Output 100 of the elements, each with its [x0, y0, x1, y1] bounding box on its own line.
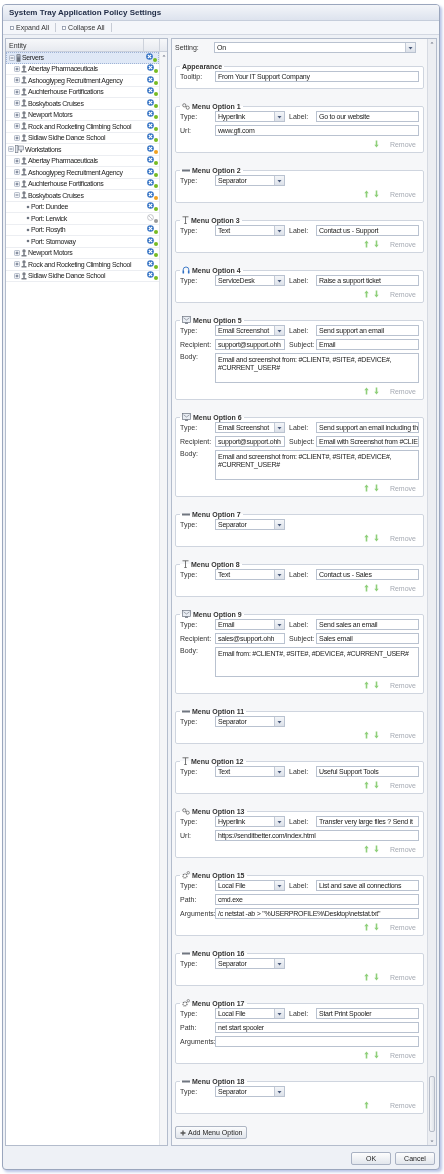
expand-toggle[interactable] [14, 65, 20, 72]
person-icon [21, 87, 27, 96]
expand-toggle[interactable] [14, 180, 20, 187]
person-icon [21, 99, 27, 108]
caret-icon[interactable] [277, 522, 282, 527]
up-arrow-icon[interactable] [363, 290, 369, 298]
letter-t-icon [182, 560, 189, 568]
expand-toggle[interactable] [14, 261, 20, 268]
up-arrow-icon[interactable] [363, 584, 369, 592]
down-arrow-icon[interactable] [373, 290, 379, 298]
person-icon [21, 179, 27, 188]
screen-icon [182, 610, 191, 618]
letter-t-icon [182, 757, 189, 765]
up-arrow-icon[interactable] [363, 1101, 369, 1109]
letter-t-icon [182, 216, 189, 224]
plus-icon [180, 1129, 186, 1136]
scroll-down-icon[interactable] [430, 1140, 434, 1143]
down-arrow-icon[interactable] [373, 781, 379, 789]
gear-icon [182, 871, 190, 879]
person-icon [21, 110, 27, 119]
down-arrow-icon[interactable] [373, 731, 379, 739]
person-icon [21, 248, 27, 257]
bar-icon [182, 709, 190, 713]
caret-icon[interactable] [277, 114, 282, 119]
caret-icon[interactable] [277, 622, 282, 627]
text-field[interactable] [215, 1036, 419, 1047]
expand-toggle[interactable] [14, 272, 20, 279]
up-arrow-icon[interactable] [363, 845, 369, 853]
computer-icon [15, 145, 24, 154]
up-arrow-icon[interactable] [363, 681, 369, 689]
person-icon [21, 260, 27, 269]
server-icon [16, 53, 21, 62]
up-arrow-icon[interactable] [363, 781, 369, 789]
caret-icon[interactable] [277, 883, 282, 888]
caret-icon[interactable] [277, 178, 282, 183]
bar-icon [182, 951, 190, 955]
dialog-title: System Tray Application Policy Settings [3, 5, 439, 21]
up-arrow-icon[interactable] [363, 484, 369, 492]
chain-icon [182, 807, 190, 815]
expand-toggle[interactable] [14, 88, 20, 95]
scroll-up-icon[interactable] [430, 41, 434, 44]
down-arrow-icon[interactable] [373, 973, 379, 981]
expand-toggle[interactable] [14, 157, 20, 164]
caret-icon[interactable] [277, 769, 282, 774]
down-arrow-icon[interactable] [373, 1051, 379, 1059]
up-arrow-icon[interactable] [363, 387, 369, 395]
person-icon [21, 76, 27, 85]
collapse-toggle[interactable] [14, 192, 20, 199]
caret-icon[interactable] [277, 1011, 282, 1016]
caret-icon[interactable] [277, 328, 282, 333]
caret-icon[interactable] [277, 572, 282, 577]
down-arrow-icon[interactable] [373, 845, 379, 853]
caret-icon[interactable] [277, 1089, 282, 1094]
expand-toggle[interactable] [14, 77, 20, 84]
collapse-toggle[interactable] [8, 146, 14, 153]
up-arrow-icon[interactable] [363, 731, 369, 739]
down-arrow-icon[interactable] [373, 923, 379, 931]
caret-icon[interactable] [277, 425, 282, 430]
expand-toggle[interactable] [14, 249, 20, 256]
expand-toggle[interactable] [14, 111, 20, 118]
person-icon [21, 156, 27, 165]
caret-icon[interactable] [277, 819, 282, 824]
gear-icon [182, 999, 190, 1007]
bar-icon [182, 1079, 190, 1083]
caret-icon[interactable] [277, 719, 282, 724]
expand-toggle[interactable] [14, 123, 20, 130]
person-icon [21, 133, 27, 142]
person-icon [21, 168, 27, 177]
down-arrow-icon[interactable] [373, 140, 379, 148]
square-icon [10, 25, 14, 30]
caret-icon[interactable] [277, 278, 282, 283]
person-icon [21, 271, 27, 280]
screen-icon [182, 316, 191, 324]
collapse-toggle[interactable] [9, 54, 15, 61]
up-arrow-icon[interactable] [363, 190, 369, 198]
chain-icon [182, 102, 190, 110]
expand-toggle[interactable] [14, 100, 20, 107]
caret-icon[interactable] [408, 45, 413, 50]
down-arrow-icon[interactable] [373, 190, 379, 198]
down-arrow-icon[interactable] [373, 240, 379, 248]
bar-icon [182, 168, 190, 172]
expand-toggle[interactable] [14, 134, 20, 141]
up-arrow-icon[interactable] [363, 973, 369, 981]
up-arrow-icon[interactable] [363, 923, 369, 931]
expand-toggle[interactable] [14, 169, 20, 176]
person-icon [21, 122, 27, 131]
down-arrow-icon[interactable] [373, 584, 379, 592]
caret-icon[interactable] [277, 228, 282, 233]
person-icon [21, 64, 27, 73]
up-arrow-icon[interactable] [363, 240, 369, 248]
down-arrow-icon[interactable] [373, 534, 379, 542]
up-arrow-icon[interactable] [363, 534, 369, 542]
down-arrow-icon[interactable] [373, 387, 379, 395]
up-arrow-icon[interactable] [363, 1051, 369, 1059]
down-arrow-icon[interactable] [373, 681, 379, 689]
person-icon [21, 191, 27, 200]
square-icon [62, 25, 67, 30]
down-arrow-icon[interactable] [373, 484, 379, 492]
headset-icon [182, 266, 190, 274]
caret-icon[interactable] [277, 961, 282, 966]
